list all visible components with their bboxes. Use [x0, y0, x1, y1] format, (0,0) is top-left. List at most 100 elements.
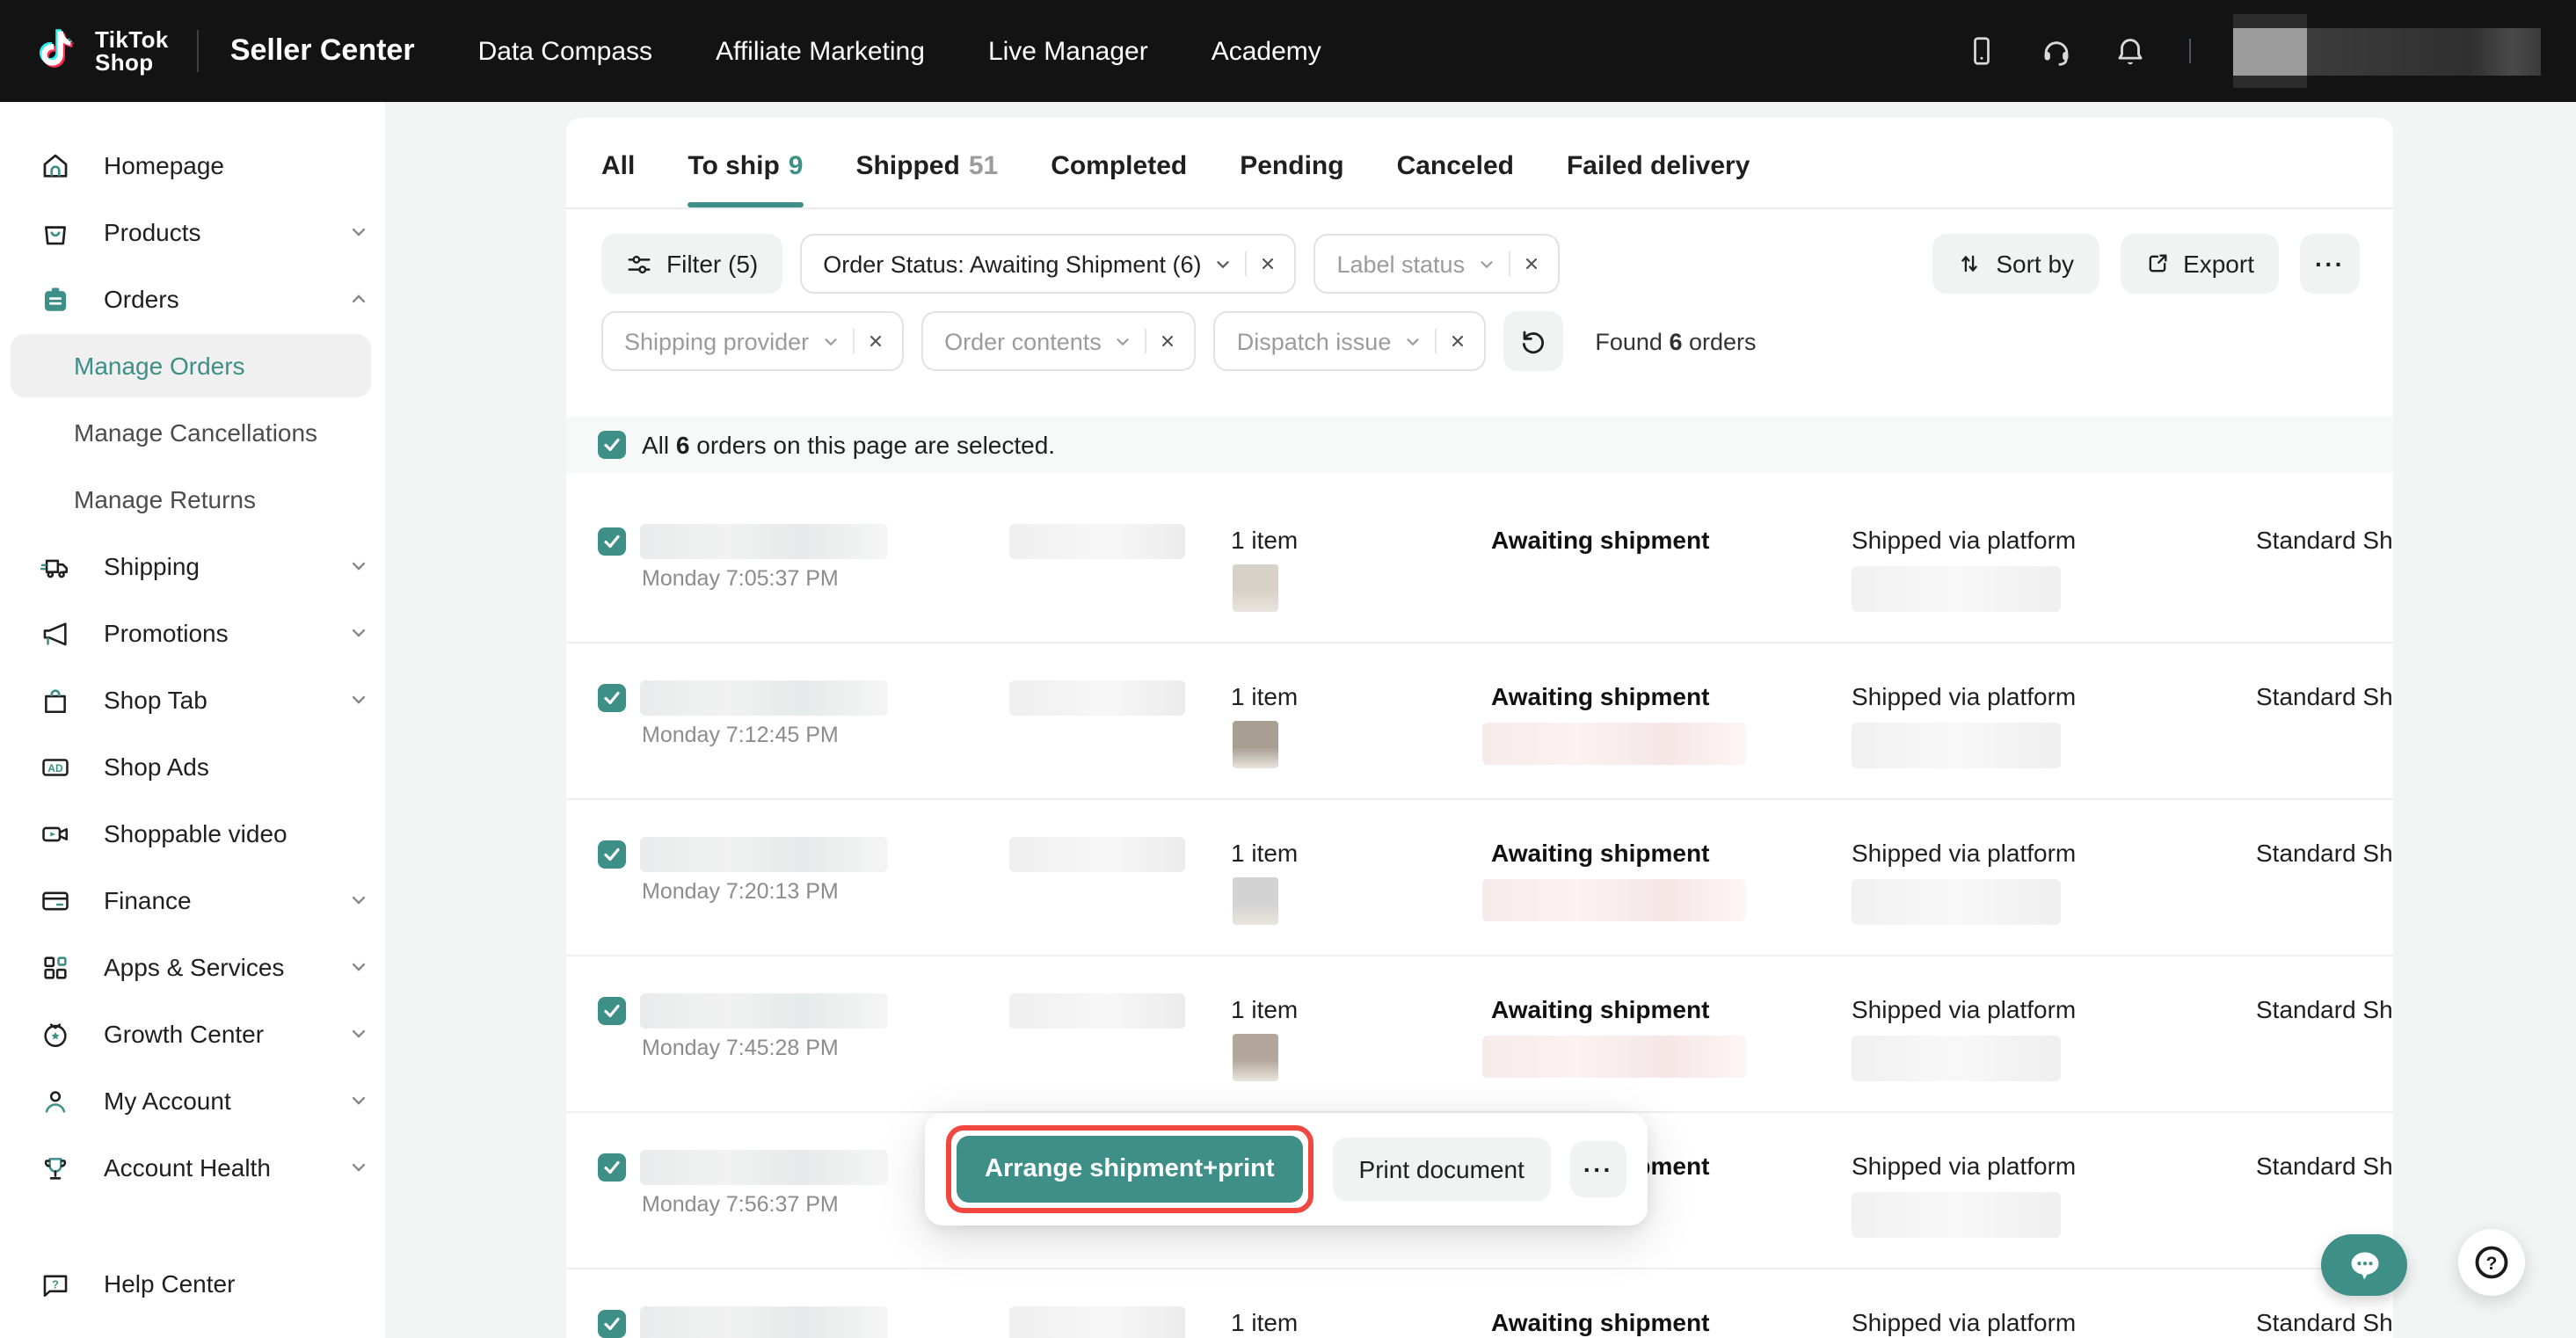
arrange-shipment-print-button[interactable]: Arrange shipment+print: [957, 1136, 1303, 1203]
redacted-tracking: [1852, 1192, 2061, 1238]
shipping-method: Standard Shipping: [2256, 1308, 2393, 1336]
chip-divider: [1435, 329, 1437, 353]
popup-more-button[interactable]: ···: [1570, 1141, 1626, 1197]
chevron-down-icon: [348, 622, 369, 644]
support-headset-icon[interactable]: [2038, 33, 2073, 69]
sidebar-item-shop-tab[interactable]: Shop Tab: [0, 666, 385, 733]
sidebar-label: Shop Tab: [104, 686, 207, 714]
topbar-divider: [197, 30, 199, 72]
sidebar-item-growth-center[interactable]: Growth Center: [0, 1000, 385, 1067]
check-icon: [601, 1000, 622, 1022]
chat-fab-button[interactable]: [2321, 1234, 2407, 1296]
redacted-order-id: [640, 680, 888, 716]
tab-pending[interactable]: Pending: [1240, 151, 1343, 207]
sidebar-item-manage-cancellations[interactable]: Manage Cancellations: [0, 399, 385, 466]
reset-filters-button[interactable]: [1503, 311, 1563, 371]
tab-completed[interactable]: Completed: [1051, 151, 1187, 207]
megaphone-icon: [40, 618, 70, 648]
apps-grid-icon: [40, 952, 70, 982]
nav-affiliate-marketing[interactable]: Affiliate Marketing: [716, 36, 925, 66]
redacted-buyer: [1009, 837, 1185, 872]
redacted-status-detail: [1482, 1036, 1746, 1078]
tab-failed-delivery[interactable]: Failed delivery: [1567, 151, 1750, 207]
account-divider: [2189, 39, 2191, 63]
filter-chip-dispatch-issue[interactable]: Dispatch issue: [1214, 311, 1487, 371]
sort-by-button[interactable]: Sort by: [1932, 234, 2099, 294]
svg-text:AD: AD: [47, 761, 63, 774]
account-area-redacted[interactable]: [2233, 0, 2541, 102]
product-thumbnail: [1233, 877, 1278, 925]
chevron-down-icon: [348, 890, 369, 911]
redacted-account-name: [2307, 27, 2541, 75]
close-icon[interactable]: [1160, 332, 1177, 350]
filter-chip-label-status[interactable]: Label status: [1313, 234, 1560, 294]
table-row: Monday 7:05:37 PM 1 item Awaiting shipme…: [566, 487, 2393, 644]
nav-data-compass[interactable]: Data Compass: [478, 36, 652, 66]
sidebar-item-manage-orders[interactable]: Manage Orders: [11, 334, 371, 397]
tab-to-ship[interactable]: To ship9: [688, 151, 803, 207]
sidebar-label: Manage Returns: [74, 485, 256, 513]
chip-divider: [1509, 251, 1510, 276]
filter-chip-shipping-provider[interactable]: Shipping provider: [601, 311, 904, 371]
order-item-count: 1 item: [1231, 526, 1298, 554]
ad-badge-icon: AD: [40, 752, 70, 782]
table-row: Monday 7:45:28 PM 1 item Awaiting shipme…: [566, 956, 2393, 1113]
select-all-checkbox[interactable]: [598, 431, 626, 459]
mobile-app-icon[interactable]: [1964, 33, 1999, 69]
sidebar-item-account-health[interactable]: Account Health: [0, 1134, 385, 1201]
tab-shipped[interactable]: Shipped51: [855, 151, 998, 207]
close-icon[interactable]: [1259, 255, 1277, 273]
tiktok-shop-logo[interactable]: TikTok Shop: [35, 25, 169, 77]
sidebar-item-homepage[interactable]: Homepage: [0, 132, 385, 199]
sidebar-item-manage-returns[interactable]: Manage Returns: [0, 466, 385, 533]
order-status: Awaiting shipment: [1491, 839, 1709, 867]
help-fab-button[interactable]: ?: [2458, 1229, 2525, 1296]
sidebar-item-shoppable-video[interactable]: Shoppable video: [0, 800, 385, 867]
sidebar-item-products[interactable]: Products: [0, 199, 385, 265]
row-checkbox[interactable]: [598, 684, 626, 712]
filter-chip-order-status[interactable]: Order Status: Awaiting Shipment (6): [800, 234, 1296, 294]
sidebar-label: Orders: [104, 285, 179, 313]
more-actions-button[interactable]: ···: [2300, 234, 2360, 294]
row-checkbox[interactable]: [598, 1153, 626, 1182]
growth-center-icon: [40, 1019, 70, 1049]
close-icon[interactable]: [1523, 255, 1540, 273]
chip-divider: [853, 329, 855, 353]
svg-text:?: ?: [52, 1276, 59, 1290]
sidebar-item-promotions[interactable]: Promotions: [0, 600, 385, 666]
notification-bell-icon[interactable]: [2112, 33, 2147, 69]
close-icon[interactable]: [867, 332, 884, 350]
print-document-button[interactable]: Print document: [1333, 1138, 1551, 1201]
redacted-order-id: [640, 1306, 888, 1338]
trophy-icon: [40, 1153, 70, 1182]
sidebar-item-my-account[interactable]: My Account: [0, 1067, 385, 1134]
redacted-buyer: [1009, 680, 1185, 716]
svg-text:?: ?: [2486, 1254, 2498, 1274]
row-checkbox[interactable]: [598, 997, 626, 1025]
sidebar-item-orders[interactable]: Orders: [0, 265, 385, 332]
row-checkbox[interactable]: [598, 840, 626, 869]
redacted-status-detail: [1482, 879, 1746, 921]
sidebar-item-finance[interactable]: Finance: [0, 867, 385, 934]
close-icon[interactable]: [1449, 332, 1466, 350]
truck-icon: [40, 551, 70, 581]
tab-all[interactable]: All: [601, 151, 635, 207]
tab-canceled[interactable]: Canceled: [1397, 151, 1514, 207]
topbar-nav: Seller Center Data Compass Affiliate Mar…: [230, 33, 1321, 69]
filter-chip-order-contents[interactable]: Order contents: [921, 311, 1197, 371]
row-checkbox[interactable]: [598, 527, 626, 556]
export-button[interactable]: Export: [2120, 234, 2279, 294]
nav-academy[interactable]: Academy: [1212, 36, 1321, 66]
orders-icon: [40, 284, 70, 314]
sidebar-item-shop-ads[interactable]: AD Shop Ads: [0, 733, 385, 800]
shipping-type: Shipped via platform: [1852, 1308, 2076, 1336]
sidebar-label: Finance: [104, 886, 192, 914]
sidebar-label: Shoppable video: [104, 819, 287, 847]
nav-seller-center[interactable]: Seller Center: [230, 33, 415, 69]
filter-button[interactable]: Filter (5): [601, 234, 782, 294]
sidebar-item-help-center[interactable]: ? Help Center: [0, 1250, 385, 1317]
row-checkbox[interactable]: [598, 1310, 626, 1338]
sidebar-item-apps-services[interactable]: Apps & Services: [0, 934, 385, 1000]
sidebar-item-shipping[interactable]: Shipping: [0, 533, 385, 600]
nav-live-manager[interactable]: Live Manager: [988, 36, 1148, 66]
